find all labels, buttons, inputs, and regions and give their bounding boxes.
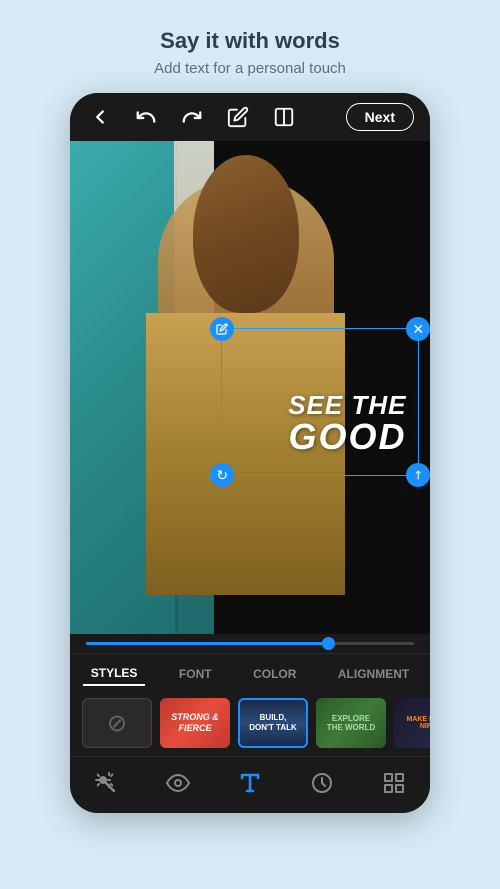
compare-icon[interactable] xyxy=(270,103,298,131)
bottom-nav xyxy=(70,756,430,813)
top-bar-left xyxy=(86,103,298,131)
style-build-dont-talk[interactable]: BUILD,DON'T TALK xyxy=(238,698,308,748)
tab-font[interactable]: FONT xyxy=(171,663,220,685)
slider-thumb[interactable] xyxy=(322,637,335,650)
slider-track[interactable] xyxy=(86,642,414,645)
overlay-line2: GOOD xyxy=(288,419,406,455)
style-none[interactable]: ⊘ xyxy=(82,698,152,748)
redo-icon[interactable] xyxy=(178,103,206,131)
none-icon: ⊘ xyxy=(107,709,127,738)
tab-alignment[interactable]: ALIGNMENT xyxy=(330,663,417,685)
edit-icon[interactable] xyxy=(224,103,252,131)
slider-fill xyxy=(86,642,332,645)
tab-color[interactable]: COLOR xyxy=(245,663,304,685)
style-thumb-label-2: BUILD,DON'T TALK xyxy=(249,713,297,732)
handle-edit[interactable] xyxy=(210,317,234,341)
back-icon[interactable] xyxy=(86,103,114,131)
page-title: Say it with words xyxy=(154,28,346,54)
undo-icon[interactable] xyxy=(132,103,160,131)
style-thumb-label-1: STRONG &FIERCE xyxy=(171,712,219,734)
styles-row: ⊘ STRONG &FIERCE BUILD,DON'T TALK EXPLOR… xyxy=(70,690,430,756)
nav-layers[interactable] xyxy=(378,767,410,799)
style-explore-world[interactable]: EXPLORETHE WORLD xyxy=(316,698,386,748)
style-strong-fierce[interactable]: STRONG &FIERCE xyxy=(160,698,230,748)
nav-text[interactable] xyxy=(234,767,266,799)
style-thumb-label-3: EXPLORETHE WORLD xyxy=(327,714,375,732)
nav-eye[interactable] xyxy=(162,767,194,799)
style-thumb-label-4: MAKE IT SIG-NIFIC xyxy=(406,716,430,730)
text-overlay[interactable]: SEE THE GOOD xyxy=(288,391,406,456)
nav-wand[interactable] xyxy=(90,767,122,799)
slider-area xyxy=(70,634,430,653)
nav-history[interactable] xyxy=(306,767,338,799)
tab-styles[interactable]: STYLES xyxy=(83,662,146,686)
person-head xyxy=(193,155,298,314)
page-header: Say it with words Add text for a persona… xyxy=(124,0,376,93)
overlay-line1: SEE THE xyxy=(288,391,406,420)
selection-box[interactable]: ✕ ↻ ↗ SEE THE GOOD xyxy=(221,328,419,476)
next-button[interactable]: Next xyxy=(346,103,414,131)
phone-frame: Next ✕ xyxy=(70,93,430,813)
style-make-it[interactable]: MAKE IT SIG-NIFIC xyxy=(394,698,430,748)
page-subtitle: Add text for a personal touch xyxy=(154,60,346,77)
image-area: ✕ ↻ ↗ SEE THE GOOD xyxy=(70,141,430,634)
tabs-bar: STYLES FONT COLOR ALIGNMENT xyxy=(70,653,430,690)
top-bar: Next xyxy=(70,93,430,141)
